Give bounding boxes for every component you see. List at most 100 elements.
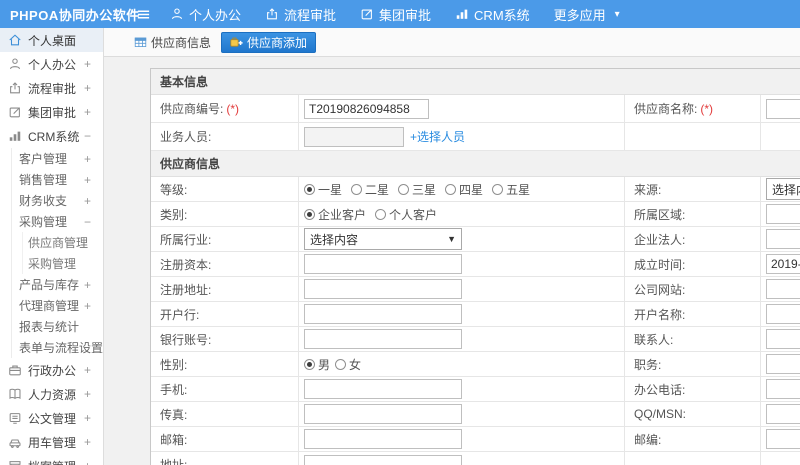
expand-toggle-icon[interactable]: +	[84, 81, 91, 95]
radio-button[interactable]	[335, 358, 347, 370]
sidebar-item-label: 行政办公	[28, 363, 77, 378]
sidebar-item-1[interactable]: 个人办公 +	[0, 52, 103, 76]
field-label: 手机:	[160, 382, 188, 397]
sidebar-item-11[interactable]: 产品与库存 +	[0, 274, 103, 295]
select-input[interactable]: 选择内容▼	[766, 178, 800, 200]
radio-button[interactable]	[304, 358, 315, 370]
sidebar-item-19[interactable]: 档案管理 +	[0, 454, 103, 465]
top-navbar: PHPOA协同办公软件 个人办公 流程审批 集团审批 CRM系统 更多应用 ▾	[0, 0, 800, 28]
text-input[interactable]	[304, 98, 429, 119]
radio-option[interactable]: 男	[304, 356, 330, 373]
text-input[interactable]	[304, 379, 462, 399]
navbar-item-label: 集团审批	[379, 7, 432, 23]
navbar-item-4[interactable]: 更多应用 ▾	[554, 5, 620, 24]
text-input[interactable]	[766, 354, 800, 374]
text-input[interactable]	[304, 454, 462, 465]
text-input[interactable]	[304, 254, 462, 274]
text-input[interactable]	[766, 279, 800, 299]
field-cell: 一星 二星 三星 四星 五星	[299, 177, 625, 201]
radio-button[interactable]	[304, 183, 315, 195]
tab-0[interactable]: 供应商信息	[134, 34, 211, 51]
tab-1[interactable]: 供应商添加	[221, 31, 317, 53]
radio-option[interactable]: 女	[335, 356, 361, 373]
radio-option[interactable]: 三星	[398, 181, 436, 198]
user-icon	[170, 7, 184, 21]
sidebar-item-6[interactable]: 销售管理 +	[0, 169, 103, 190]
text-input[interactable]	[766, 429, 800, 449]
radio-button[interactable]	[351, 183, 363, 195]
radio-option[interactable]: 企业客户	[304, 206, 366, 223]
sidebar-item-8[interactable]: 采购管理 −	[0, 211, 103, 232]
sidebar-item-9[interactable]: 供应商管理	[0, 232, 103, 253]
navbar-item-2[interactable]: 集团审批	[360, 5, 431, 24]
sidebar-item-14[interactable]: 表单与流程设置+	[0, 337, 103, 358]
navbar-item-3[interactable]: CRM系统	[455, 5, 530, 24]
sidebar-item-10[interactable]: 采购管理	[0, 253, 103, 274]
hamburger-menu-icon[interactable]	[130, 7, 156, 22]
expand-toggle-icon[interactable]: +	[84, 411, 91, 425]
text-input[interactable]	[304, 429, 462, 449]
text-input[interactable]	[304, 404, 462, 424]
sidebar-item-5[interactable]: 客户管理 +	[0, 148, 103, 169]
radio-button[interactable]	[304, 208, 315, 220]
select-input[interactable]: 选择内容▼	[304, 228, 462, 250]
sidebar-item-12[interactable]: 代理商管理 +	[0, 295, 103, 316]
sidebar-item-17[interactable]: 公文管理 +	[0, 406, 103, 430]
field-label: 业务人员:	[160, 130, 212, 144]
radio-option[interactable]: 一星	[304, 181, 342, 198]
sidebar-item-3[interactable]: 集团审批 +	[0, 100, 103, 124]
expand-toggle-icon[interactable]: −	[84, 129, 91, 143]
chart-icon	[455, 7, 469, 21]
radio-button[interactable]	[375, 208, 387, 220]
text-input[interactable]	[766, 254, 800, 274]
text-input[interactable]	[766, 204, 800, 224]
sidebar-item-18[interactable]: 用车管理 +	[0, 430, 103, 454]
text-input[interactable]	[766, 329, 800, 349]
radio-option[interactable]: 二星	[351, 181, 389, 198]
sidebar-item-7[interactable]: 财务收支 +	[0, 190, 103, 211]
expand-toggle-icon[interactable]: +	[84, 194, 91, 208]
expand-toggle-icon[interactable]: +	[84, 435, 91, 449]
sidebar-item-13[interactable]: 报表与统计	[0, 316, 103, 337]
text-input[interactable]	[766, 229, 800, 249]
navbar-item-1[interactable]: 流程审批	[265, 5, 336, 24]
field-cell	[761, 452, 800, 465]
expand-toggle-icon[interactable]: +	[84, 363, 91, 377]
field-label: 公司网站:	[634, 282, 686, 297]
sidebar-item-0[interactable]: 个人桌面	[0, 28, 103, 52]
text-input[interactable]	[766, 379, 800, 399]
sidebar-item-16[interactable]: 人力资源 +	[0, 382, 103, 406]
text-input[interactable]	[766, 304, 800, 324]
radio-button[interactable]	[445, 183, 457, 195]
text-input[interactable]	[304, 126, 404, 147]
sidebar-item-15[interactable]: 行政办公 +	[0, 358, 103, 382]
text-input[interactable]	[766, 404, 800, 424]
navbar-item-0[interactable]: 个人办公	[170, 5, 241, 24]
text-input[interactable]	[304, 304, 462, 324]
expand-toggle-icon[interactable]: +	[84, 278, 91, 292]
expand-toggle-icon[interactable]: +	[84, 387, 91, 401]
form-row: 手机: 办公电话:	[151, 377, 800, 402]
expand-toggle-icon[interactable]: +	[84, 173, 91, 187]
text-input[interactable]	[766, 98, 800, 119]
sidebar-item-4[interactable]: CRM系统 −	[0, 124, 103, 148]
expand-toggle-icon[interactable]: +	[84, 459, 91, 465]
field-cell	[761, 377, 800, 401]
text-input[interactable]	[304, 279, 462, 299]
select-person-link[interactable]: +选择人员	[410, 128, 465, 145]
radio-button[interactable]	[398, 183, 410, 195]
expand-toggle-icon[interactable]: +	[84, 105, 91, 119]
field-label: 注册资本:	[160, 257, 212, 272]
expand-toggle-icon[interactable]: +	[84, 57, 91, 71]
field-label-cell: 性别:	[151, 352, 299, 376]
radio-button[interactable]	[492, 183, 504, 195]
expand-toggle-icon[interactable]: +	[84, 152, 91, 166]
text-input[interactable]	[304, 329, 462, 349]
sidebar-item-2[interactable]: 流程审批 +	[0, 76, 103, 100]
radio-option[interactable]: 五星	[492, 181, 530, 198]
expand-toggle-icon[interactable]: +	[84, 299, 91, 313]
radio-option[interactable]: 四星	[445, 181, 483, 198]
radio-option[interactable]: 个人客户	[375, 206, 437, 223]
field-label-cell: 等级:	[151, 177, 299, 201]
expand-toggle-icon[interactable]: −	[84, 215, 91, 229]
